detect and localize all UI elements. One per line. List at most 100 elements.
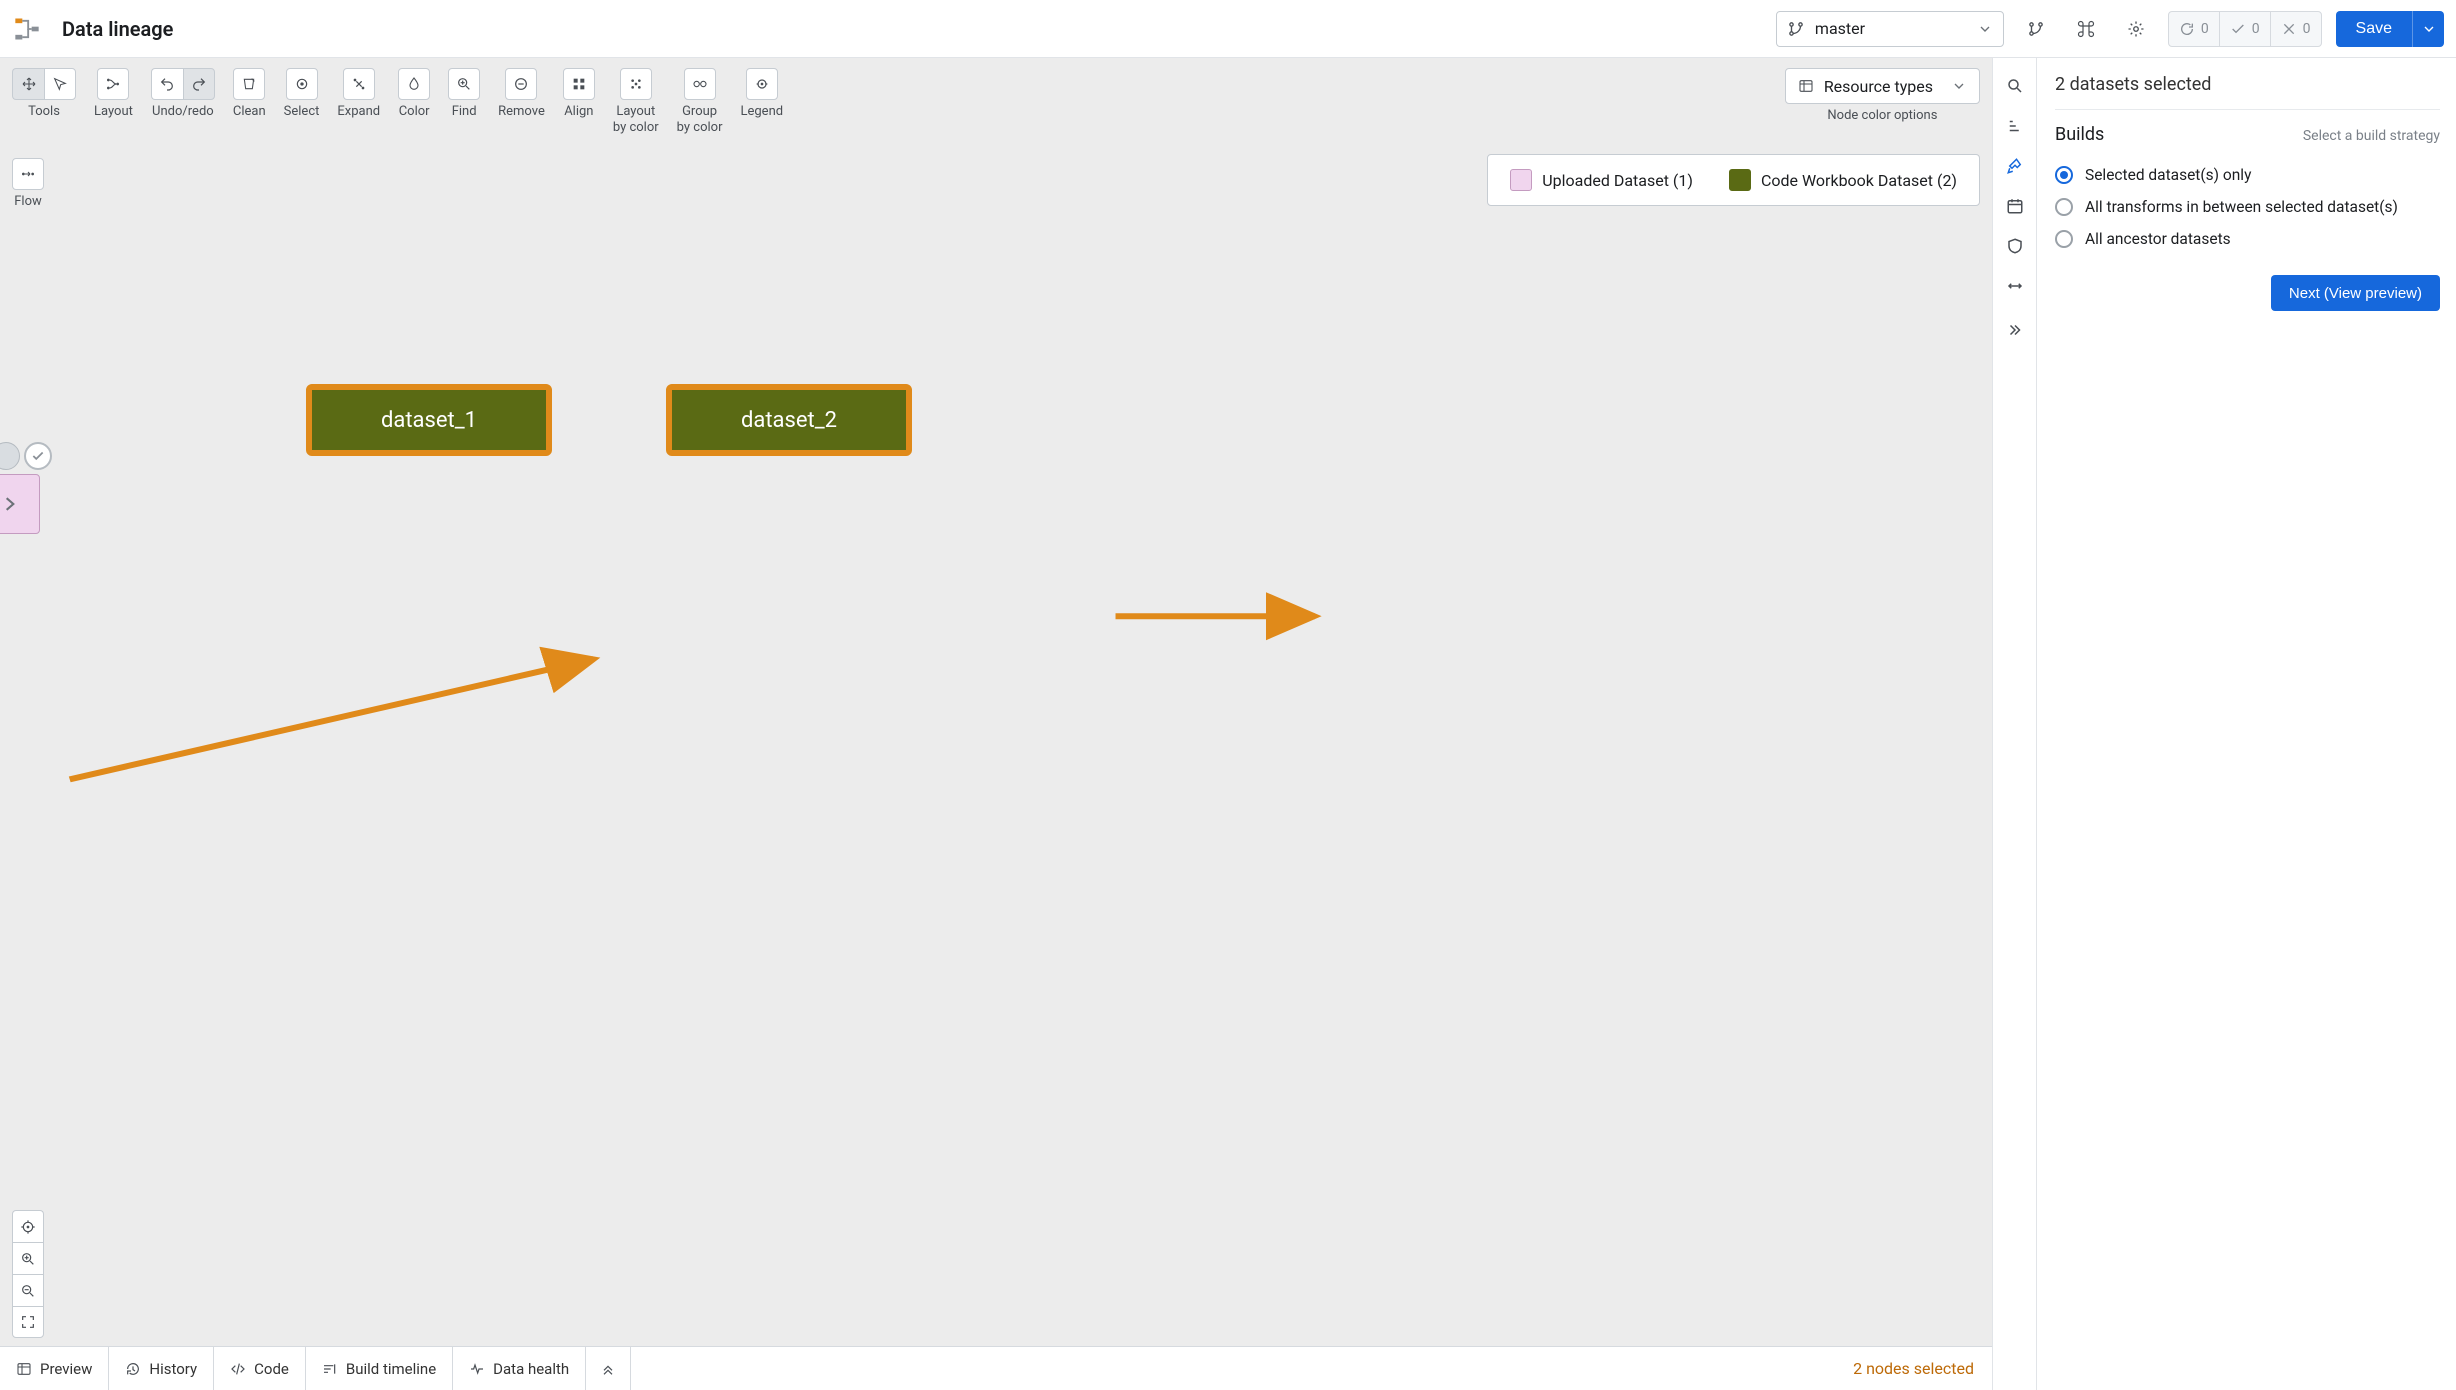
app-header: Data lineage master 0 0 0 Save: [0, 0, 2456, 58]
chevron-down-icon: [1951, 78, 1967, 94]
tool-label-legend: Legend: [740, 104, 783, 120]
keyboard-shortcut-button[interactable]: [2068, 11, 2104, 47]
tab-data-health[interactable]: Data health: [453, 1347, 586, 1390]
undo-button[interactable]: [151, 68, 183, 100]
tab-label: Data health: [493, 1360, 569, 1378]
zoom-locate-button[interactable]: [12, 1210, 44, 1242]
tool-select-button[interactable]: [44, 68, 76, 100]
toolbar: Tools Layout Undo/redo: [0, 58, 1992, 144]
save-dropdown-button[interactable]: [2412, 11, 2444, 47]
legend-box: Uploaded Dataset (1) Code Workbook Datas…: [1487, 154, 1980, 206]
color-button[interactable]: [398, 68, 430, 100]
tool-label-find: Find: [452, 104, 477, 120]
legend-swatch-uploaded: [1510, 169, 1532, 191]
rail-build-button[interactable]: [1997, 148, 2033, 184]
legend-label-workbook: Code Workbook Dataset (2): [1761, 171, 1957, 190]
tool-label-color: Color: [399, 104, 430, 120]
tab-label: Build timeline: [346, 1360, 436, 1378]
tool-label-select: Select: [284, 104, 320, 120]
zoom-in-button[interactable]: [12, 1242, 44, 1274]
remove-button[interactable]: [505, 68, 537, 100]
right-rail: [1992, 58, 2036, 1390]
branch-selector[interactable]: master: [1776, 11, 2004, 47]
tab-history[interactable]: History: [109, 1347, 214, 1390]
chevron-down-icon: [1977, 21, 1993, 37]
page-title: Data lineage: [62, 17, 173, 41]
clean-button[interactable]: [233, 68, 265, 100]
panel-title: 2 datasets selected: [2055, 74, 2440, 110]
tab-preview[interactable]: Preview: [0, 1347, 109, 1390]
resource-types-select[interactable]: Resource types: [1785, 68, 1980, 104]
radio-icon: [2055, 198, 2073, 216]
lineage-canvas[interactable]: Uploaded Dataset (1) Code Workbook Datas…: [0, 144, 1992, 1346]
tool-pan-button[interactable]: [12, 68, 44, 100]
tool-label-undoredo: Undo/redo: [152, 104, 214, 120]
settings-button[interactable]: [2118, 11, 2154, 47]
tab-expand-button[interactable]: [586, 1347, 631, 1390]
panel-section-title: Builds: [2055, 124, 2104, 145]
selection-status: 2 nodes selected: [1835, 1347, 1992, 1390]
legend-label-uploaded: Uploaded Dataset (1): [1542, 171, 1693, 190]
zoom-controls: [12, 1210, 44, 1338]
radio-ancestors[interactable]: All ancestor datasets: [2055, 223, 2440, 255]
bottom-tabs: Preview History Code Build timeline Data…: [0, 1346, 1992, 1390]
node-dataset-2[interactable]: dataset_2: [666, 384, 912, 456]
radio-label: All transforms in between selected datas…: [2085, 198, 2398, 216]
tool-label-align: Align: [564, 104, 593, 120]
save-button-group: Save: [2336, 11, 2444, 47]
side-panel: 2 datasets selected Builds Select a buil…: [2036, 58, 2456, 1390]
node-badge-check-icon: [24, 442, 52, 470]
uploaded-dataset-node[interactable]: [0, 474, 40, 534]
resource-types-label: Resource types: [1824, 77, 1933, 96]
radio-icon: [2055, 166, 2073, 184]
legend-button[interactable]: [746, 68, 778, 100]
expand-button[interactable]: [343, 68, 375, 100]
tool-label-clean: Clean: [233, 104, 266, 120]
rail-collapse-button[interactable]: [1997, 312, 2033, 348]
node-color-options-label: Node color options: [1785, 108, 1980, 123]
zoom-fit-button[interactable]: [12, 1306, 44, 1338]
next-button[interactable]: Next (View preview): [2271, 275, 2440, 311]
tab-code[interactable]: Code: [214, 1347, 306, 1390]
zoom-out-button[interactable]: [12, 1274, 44, 1306]
tool-label-expand: Expand: [337, 104, 380, 120]
node-badge-icon: [0, 442, 20, 470]
branch-icon: [1787, 20, 1805, 38]
group-by-color-button[interactable]: [684, 68, 716, 100]
node-label: dataset_1: [381, 408, 477, 433]
tool-label-remove: Remove: [498, 104, 545, 120]
rail-schedule-button[interactable]: [1997, 188, 2033, 224]
layout-by-color-button[interactable]: [620, 68, 652, 100]
tool-label-layout: Layout: [94, 104, 133, 120]
tab-label: Code: [254, 1360, 289, 1378]
status-ok[interactable]: 0: [2220, 12, 2271, 46]
branches-icon-button[interactable]: [2018, 11, 2054, 47]
save-button[interactable]: Save: [2336, 11, 2412, 47]
radio-selected-only[interactable]: Selected dataset(s) only: [2055, 159, 2440, 191]
tab-label: History: [149, 1360, 197, 1378]
panel-hint: Select a build strategy: [2303, 128, 2440, 144]
tab-label: Preview: [40, 1360, 92, 1378]
status-cancel[interactable]: 0: [2271, 12, 2321, 46]
branch-name: master: [1815, 19, 1865, 38]
redo-button[interactable]: [183, 68, 215, 100]
radio-icon: [2055, 230, 2073, 248]
rail-shield-button[interactable]: [1997, 228, 2033, 264]
rail-resize-button[interactable]: [1997, 268, 2033, 304]
status-refresh-count: 0: [2201, 21, 2209, 37]
radio-between[interactable]: All transforms in between selected datas…: [2055, 191, 2440, 223]
status-cancel-count: 0: [2303, 21, 2311, 37]
node-dataset-1[interactable]: dataset_1: [306, 384, 552, 456]
status-refresh[interactable]: 0: [2169, 12, 2220, 46]
align-button[interactable]: [563, 68, 595, 100]
status-group: 0 0 0: [2168, 11, 2322, 47]
tab-build-timeline[interactable]: Build timeline: [306, 1347, 453, 1390]
rail-search-button[interactable]: [1997, 68, 2033, 104]
tool-label-group-by-color: Group by color: [677, 104, 723, 135]
find-button[interactable]: [448, 68, 480, 100]
legend-swatch-workbook: [1729, 169, 1751, 191]
layout-button[interactable]: [97, 68, 129, 100]
tool-label-layout-by-color: Layout by color: [613, 104, 659, 135]
select-all-button[interactable]: [286, 68, 318, 100]
rail-list-button[interactable]: [1997, 108, 2033, 144]
